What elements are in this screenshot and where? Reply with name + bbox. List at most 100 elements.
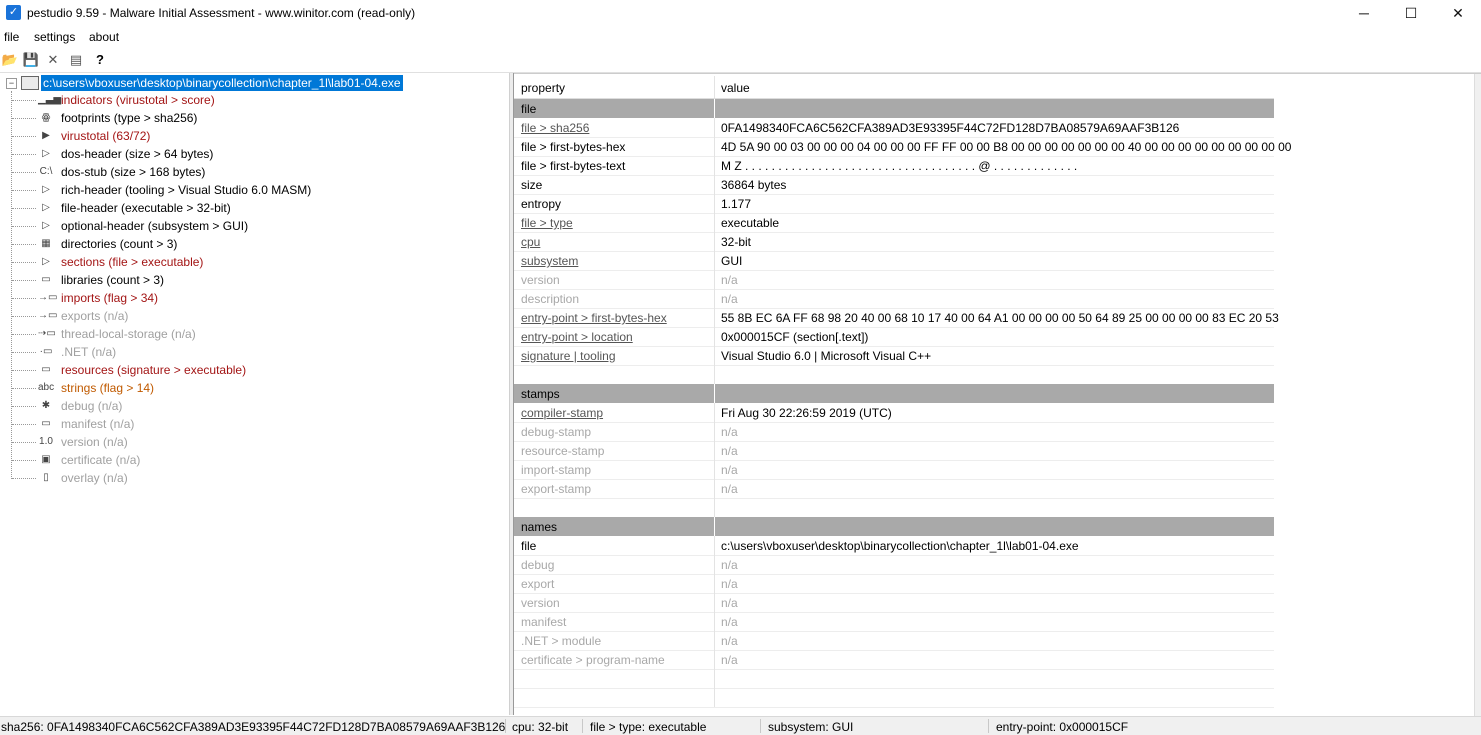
table-row[interactable]: file > first-bytes-text M Z . . . . . . .… — [514, 156, 1274, 176]
section-row[interactable]: names — [514, 517, 1274, 537]
table-row[interactable]: export-stamp n/a — [514, 479, 1274, 499]
tree-item[interactable]: ▯ overlay (n/a) — [0, 469, 500, 487]
tree-item-label[interactable]: certificate (n/a) — [61, 453, 140, 467]
save-icon[interactable]: 💾 — [22, 51, 40, 69]
tree-item-label[interactable]: overlay (n/a) — [61, 471, 128, 485]
maximize-button[interactable]: ☐ — [1388, 0, 1434, 26]
tree-item-label[interactable]: virustotal (63/72) — [61, 129, 150, 143]
tree-item-label[interactable]: imports (flag > 34) — [61, 291, 158, 305]
tree-item-label[interactable]: .NET (n/a) — [61, 345, 116, 359]
column-header-property[interactable]: property — [521, 81, 565, 95]
property-cell[interactable]: compiler-stamp — [521, 406, 603, 420]
minimize-button[interactable]: ─ — [1341, 0, 1387, 26]
tree-item-label[interactable]: optional-header (subsystem > GUI) — [61, 219, 248, 233]
table-row[interactable]: file > sha256 0FA1498340FCA6C562CFA389AD3… — [514, 118, 1274, 138]
tree-item[interactable]: ⇢▭ thread-local-storage (n/a) — [0, 325, 500, 343]
tree-item[interactable]: →▭ imports (flag > 34) — [0, 289, 500, 307]
table-row[interactable]: cpu 32-bit — [514, 232, 1274, 252]
table-row[interactable]: export n/a — [514, 574, 1274, 594]
tree-root-label[interactable]: c:\users\vboxuser\desktop\binarycollecti… — [41, 75, 403, 91]
property-cell[interactable]: signature | tooling — [521, 349, 616, 363]
tree-item-label[interactable]: thread-local-storage (n/a) — [61, 327, 196, 341]
tree-item[interactable]: C:\ dos-stub (size > 168 bytes) — [0, 163, 500, 181]
table-row[interactable]: version n/a — [514, 270, 1274, 290]
tree-item-label[interactable]: libraries (count > 3) — [61, 273, 164, 287]
section-row[interactable]: file — [514, 99, 1274, 119]
section-row[interactable]: stamps — [514, 384, 1274, 404]
table-row[interactable]: resource-stamp n/a — [514, 441, 1274, 461]
table-row[interactable]: entry-point > first-bytes-hex 55 8B EC 6A… — [514, 308, 1279, 328]
tree-item-label[interactable]: directories (count > 3) — [61, 237, 177, 251]
tree-item[interactable]: ▷ rich-header (tooling > Visual Studio 6.… — [0, 181, 500, 199]
vertical-scrollbar[interactable] — [1474, 74, 1481, 716]
tree-item[interactable]: ꙮ footprints (type > sha256) — [0, 109, 500, 127]
list-icon[interactable]: ▤ — [67, 51, 85, 69]
property-cell[interactable]: file > sha256 — [521, 121, 589, 135]
tree-item-label[interactable]: manifest (n/a) — [61, 417, 134, 431]
tree-item-label[interactable]: version (n/a) — [61, 435, 128, 449]
tree-item-label[interactable]: debug (n/a) — [61, 399, 122, 413]
table-row[interactable]: manifest n/a — [514, 612, 1274, 632]
tree-item[interactable]: ▭ libraries (count > 3) — [0, 271, 500, 289]
tree-item-label[interactable]: resources (signature > executable) — [61, 363, 246, 377]
table-row[interactable]: .NET > module n/a — [514, 631, 1274, 651]
delete-icon[interactable]: ✕ — [44, 51, 62, 69]
property-cell[interactable]: subsystem — [521, 254, 578, 268]
tree-item-label[interactable]: sections (file > executable) — [61, 255, 203, 269]
tree-item-label[interactable]: strings (flag > 14) — [61, 381, 154, 395]
tree-item[interactable]: ▷ file-header (executable > 32-bit) — [0, 199, 500, 217]
tree-item[interactable]: abc strings (flag > 14) — [0, 379, 500, 397]
table-row[interactable]: file > first-bytes-hex 4D 5A 90 00 03 00 … — [514, 137, 1291, 157]
table-row[interactable]: entropy 1.177 — [514, 194, 1274, 214]
table-row[interactable]: version n/a — [514, 593, 1274, 613]
tree-item-label[interactable]: dos-header (size > 64 bytes) — [61, 147, 213, 161]
property-cell[interactable]: entry-point > location — [521, 330, 633, 344]
table-row[interactable]: signature | tooling Visual Studio 6.0 | M… — [514, 346, 1274, 366]
table-row[interactable] — [514, 688, 1274, 708]
tree-item-label[interactable]: exports (n/a) — [61, 309, 128, 323]
tree-item[interactable]: ▭ manifest (n/a) — [0, 415, 500, 433]
tree-item[interactable]: →▭ exports (n/a) — [0, 307, 500, 325]
table-row[interactable]: compiler-stamp Fri Aug 30 22:26:59 2019 (… — [514, 403, 1274, 423]
tree-item[interactable]: ▶ virustotal (63/72) — [0, 127, 500, 145]
tree-item-label[interactable]: rich-header (tooling > Visual Studio 6.0… — [61, 183, 311, 197]
table-row[interactable]: certificate > program-name n/a — [514, 650, 1274, 670]
table-row[interactable] — [514, 498, 1274, 518]
tree-item-label[interactable]: dos-stub (size > 168 bytes) — [61, 165, 205, 179]
tree-item-label[interactable]: file-header (executable > 32-bit) — [61, 201, 231, 215]
tree-item[interactable]: ▭ resources (signature > executable) — [0, 361, 500, 379]
table-row[interactable]: size 36864 bytes — [514, 175, 1274, 195]
property-cell[interactable]: cpu — [521, 235, 540, 249]
tree-item[interactable]: ·▭ .NET (n/a) — [0, 343, 500, 361]
close-button[interactable]: ✕ — [1435, 0, 1481, 26]
menu-about[interactable]: about — [89, 30, 119, 44]
property-cell[interactable]: entry-point > first-bytes-hex — [521, 311, 667, 325]
tree-item[interactable]: ▁▃▅ indicators (virustotal > score) — [0, 91, 500, 109]
table-row[interactable] — [514, 365, 1274, 385]
table-row[interactable]: file > type executable — [514, 213, 1274, 233]
tree-item[interactable]: ▦ directories (count > 3) — [0, 235, 500, 253]
tree-item[interactable]: ▣ certificate (n/a) — [0, 451, 500, 469]
tree-item[interactable]: ▷ sections (file > executable) — [0, 253, 500, 271]
menu-file[interactable]: file — [4, 30, 19, 44]
table-row[interactable]: file c:\users\vboxuser\desktop\binarycoll… — [514, 536, 1274, 556]
column-header-value[interactable]: value — [721, 81, 750, 95]
tree-item-label[interactable]: indicators (virustotal > score) — [61, 93, 215, 107]
open-folder-icon[interactable]: 📂 — [1, 51, 19, 69]
menu-settings[interactable]: settings — [34, 30, 75, 44]
table-row[interactable] — [514, 669, 1274, 689]
table-row[interactable]: description n/a — [514, 289, 1274, 309]
table-row[interactable]: entry-point > location 0x000015CF (sectio… — [514, 327, 1274, 347]
property-cell[interactable]: file > type — [521, 216, 573, 230]
table-row[interactable]: debug-stamp n/a — [514, 422, 1274, 442]
table-row[interactable]: debug n/a — [514, 555, 1274, 575]
table-row[interactable]: import-stamp n/a — [514, 460, 1274, 480]
tree-item[interactable]: ▷ dos-header (size > 64 bytes) — [0, 145, 500, 163]
tree-item-label[interactable]: footprints (type > sha256) — [61, 111, 197, 125]
collapse-icon[interactable]: − — [6, 78, 17, 89]
table-row[interactable]: subsystem GUI — [514, 251, 1274, 271]
tree-item[interactable]: ▷ optional-header (subsystem > GUI) — [0, 217, 500, 235]
tree-item[interactable]: 1.0 version (n/a) — [0, 433, 500, 451]
help-icon[interactable]: ? — [91, 51, 109, 69]
tree-item[interactable]: ✱ debug (n/a) — [0, 397, 500, 415]
